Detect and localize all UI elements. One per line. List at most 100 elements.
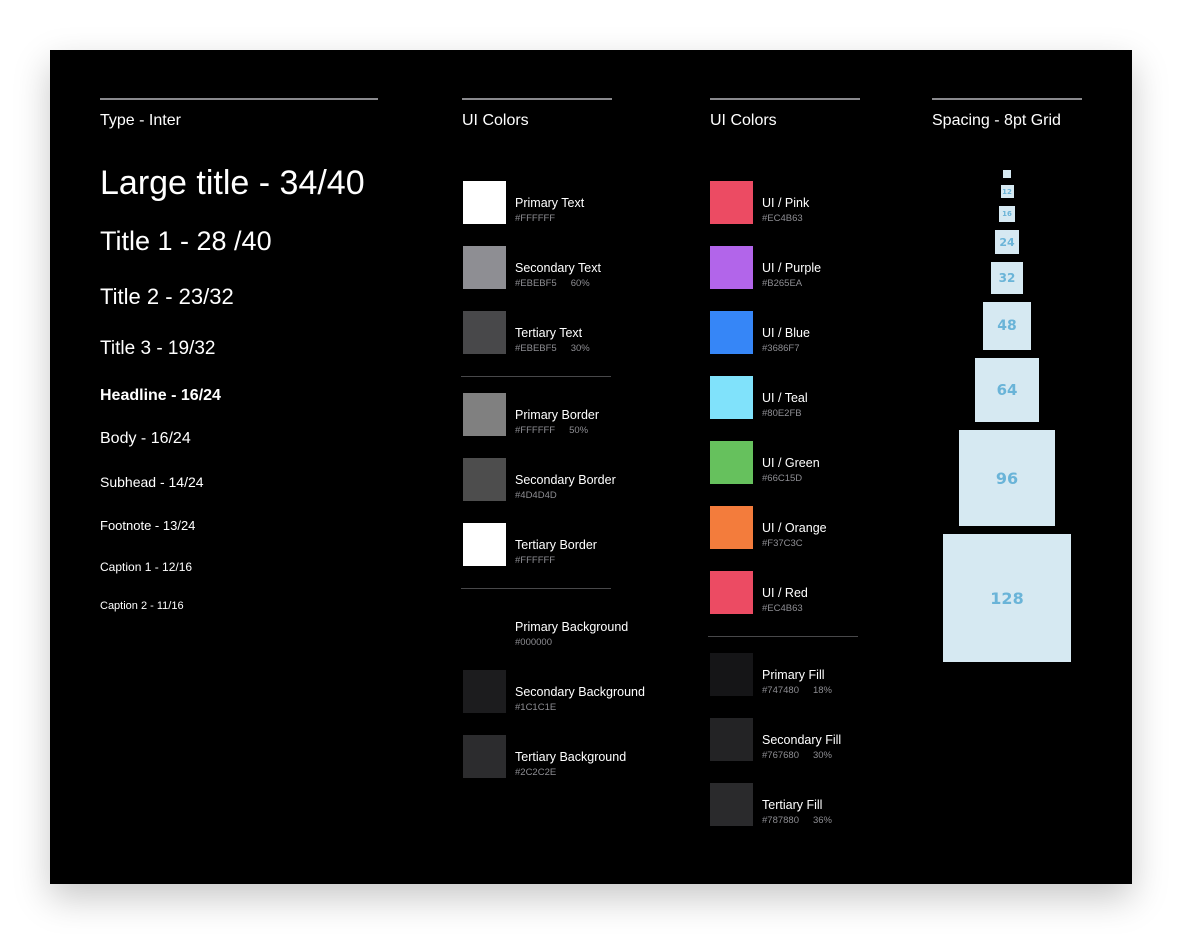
ui-fill-separator (708, 636, 858, 637)
tertiary-fill-hex: #787880 (762, 815, 799, 826)
spacing-box-24: 24 (995, 230, 1019, 254)
primary-text-meta: #FFFFFF (515, 213, 555, 224)
primary-fill-opacity: 18% (812, 685, 832, 696)
type-sample-caption-2: Caption 2 - 11/16 (100, 600, 184, 612)
tertiary-text-opacity: 30% (570, 343, 590, 354)
tertiary-background-label: Tertiary Background (515, 750, 627, 764)
spacing-box-48: 48 (983, 302, 1031, 350)
ui-red-meta: #EC4B63 (762, 603, 803, 614)
primary-border-label: Primary Border (515, 408, 600, 422)
secondary-text-label: Secondary Text (515, 261, 601, 275)
primary-border-meta: #FFFFFF 50% (515, 425, 588, 436)
secondary-border-label: Secondary Border (515, 473, 616, 487)
secondary-text-opacity: 60% (570, 278, 590, 289)
ui-red-label: UI / Red (762, 586, 808, 600)
secondary-fill-swatch (710, 718, 753, 761)
ui-green-meta: #66C15D (762, 473, 802, 484)
tertiary-background-meta: #2C2C2E (515, 767, 556, 778)
tertiary-fill-meta: #787880 36% (762, 815, 832, 826)
tertiary-text-swatch (463, 311, 506, 354)
ui-teal-hex: #80E2FB (762, 408, 802, 419)
type-sample-headline: Headline - 16/24 (100, 387, 221, 404)
secondary-background-hex: #1C1C1E (515, 702, 557, 713)
ui-teal-meta: #80E2FB (762, 408, 802, 419)
ui-blue-swatch (710, 311, 753, 354)
tertiary-fill-swatch (710, 783, 753, 826)
secondary-fill-label: Secondary Fill (762, 733, 842, 747)
spacing-box-16: 16 (999, 206, 1015, 222)
spacing-box-12: 12 (1000, 185, 1014, 198)
secondary-border-meta: #4D4D4D (515, 490, 557, 501)
ui-purple-swatch (710, 246, 753, 289)
ui-red-swatch (710, 571, 753, 614)
ui-pink-swatch (710, 181, 753, 224)
ui-orange-hex: #F37C3C (762, 538, 803, 549)
spacing-box-96: 96 (959, 430, 1055, 526)
primary-fill-label: Primary Fill (762, 668, 825, 682)
type-sample-footnote: Footnote - 13/24 (100, 518, 196, 533)
ui-colors-1-column-header: UI Colors (462, 112, 529, 129)
primary-fill-hex: #747480 (762, 685, 799, 696)
type-sample-title-3: Title 3 - 19/32 (100, 338, 216, 359)
ui-orange-meta: #F37C3C (762, 538, 803, 549)
ui-purple-label: UI / Purple (762, 261, 822, 275)
spacing-column-header: Spacing - 8pt Grid (932, 112, 1061, 129)
type-sample-body: Body - 16/24 (100, 430, 191, 447)
secondary-background-swatch (463, 670, 506, 713)
ui-blue-label: UI / Blue (762, 326, 810, 340)
type-sample-caption-1: Caption 1 - 12/16 (100, 560, 193, 574)
spacing-box-128: 128 (943, 534, 1071, 662)
tertiary-background-hex: #2C2C2E (515, 767, 557, 778)
secondary-text-hex: #EBEBF5 (515, 278, 557, 289)
secondary-background-meta: #1C1C1E (515, 702, 556, 713)
ui-teal-swatch (710, 376, 753, 419)
type-sample-large-title: Large title - 34/40 (100, 164, 365, 202)
tertiary-border-label: Tertiary Border (515, 538, 597, 552)
type-column-header: Type - Inter (100, 112, 181, 129)
spacing-box-32: 32 (991, 262, 1023, 294)
type-header-rule (100, 98, 378, 100)
ui-green-hex: #66C15D (762, 473, 803, 484)
ui-red-hex: #EC4B63 (762, 603, 803, 614)
ui-green-label: UI / Green (762, 456, 820, 470)
primary-background-meta: #000000 (515, 637, 552, 648)
ui-colors-2-header-rule (710, 98, 860, 100)
ui-orange-label: UI / Orange (762, 521, 827, 535)
ui-pink-label: UI / Pink (762, 196, 810, 210)
tertiary-fill-label: Tertiary Fill (762, 798, 823, 812)
spacing-header-rule (932, 98, 1082, 100)
ui-purple-meta: #B265EA (762, 278, 802, 289)
tertiary-text-label: Tertiary Text (515, 326, 583, 340)
type-sample-title-1: Title 1 - 28 /40 (100, 226, 272, 256)
ui-colors-2-column-header: UI Colors (710, 112, 777, 129)
ui-purple-hex: #B265EA (762, 278, 803, 289)
type-sample-title-2: Title 2 - 23/32 (100, 284, 234, 309)
tertiary-fill-opacity: 36% (812, 815, 832, 826)
secondary-border-swatch (463, 458, 506, 501)
primary-text-hex: #FFFFFF (515, 213, 556, 224)
secondary-text-swatch (463, 246, 506, 289)
ui-blue-hex: #3686F7 (762, 343, 800, 354)
tertiary-border-hex: #FFFFFF (515, 555, 556, 566)
ui-teal-label: UI / Teal (762, 391, 808, 405)
tertiary-text-meta: #EBEBF5 30% (515, 343, 590, 354)
tertiary-background-swatch (463, 735, 506, 778)
ui-blue-meta: #3686F7 (762, 343, 800, 354)
primary-text-label: Primary Text (515, 196, 585, 210)
ui-green-swatch (710, 441, 753, 484)
ui-pink-hex: #EC4B63 (762, 213, 803, 224)
secondary-background-label: Secondary Background (515, 685, 645, 699)
secondary-fill-hex: #767680 (762, 750, 799, 761)
spacing-box-unit (1003, 170, 1011, 178)
tertiary-border-meta: #FFFFFF (515, 555, 555, 566)
tertiary-text-hex: #EBEBF5 (515, 343, 557, 354)
secondary-border-hex: #4D4D4D (515, 490, 557, 501)
border-background-separator (461, 588, 611, 589)
primary-border-swatch (463, 393, 506, 436)
secondary-fill-opacity: 30% (812, 750, 832, 761)
style-guide-board: Type - Inter UI Colors UI Colors Spacing… (50, 50, 1132, 884)
primary-fill-meta: #747480 18% (762, 685, 832, 696)
spacing-box-64: 64 (975, 358, 1039, 422)
label-border-separator (461, 376, 611, 377)
secondary-fill-meta: #767680 30% (762, 750, 832, 761)
